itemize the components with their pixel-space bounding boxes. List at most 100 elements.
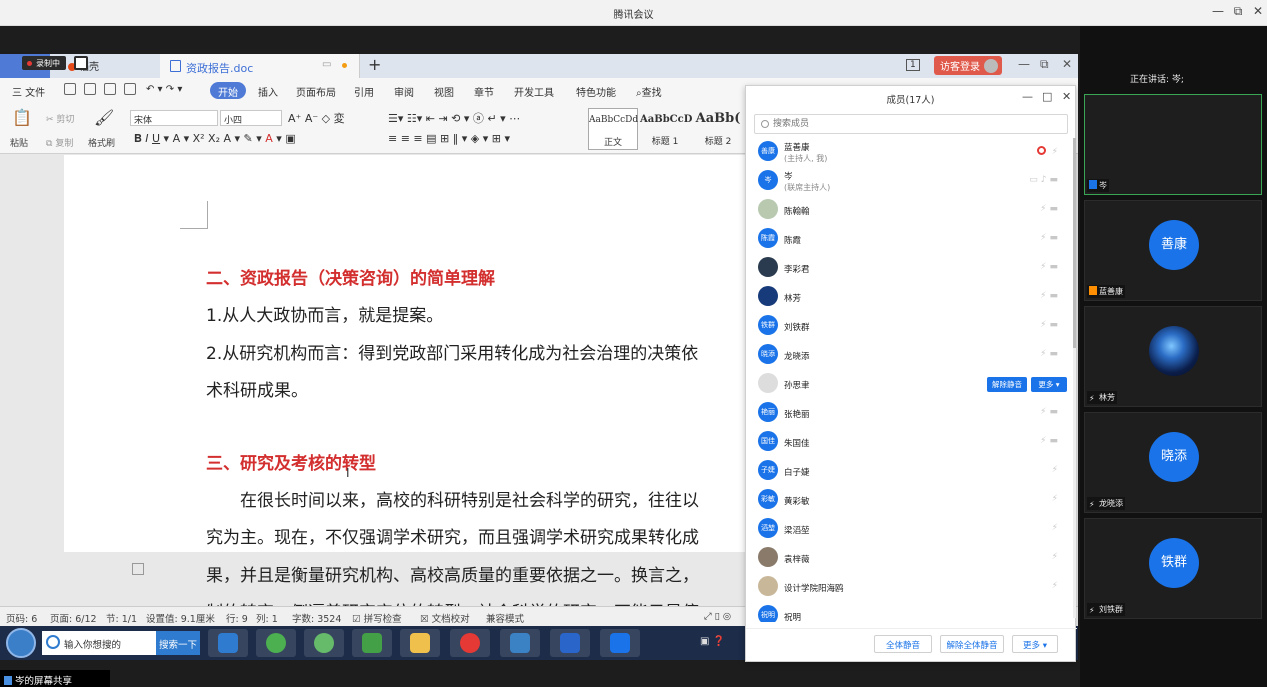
video-tile[interactable]: 铁群 ⚡ 刘铁群 — [1084, 518, 1262, 619]
proofread-toggle[interactable]: ☒ 文档校对 — [420, 611, 470, 625]
paste-button[interactable]: 粘贴 — [10, 136, 28, 149]
taskbar-search-button[interactable]: 搜索一下 — [156, 631, 200, 655]
unmute-member-button[interactable]: 解除静音 — [987, 377, 1027, 392]
member-row[interactable]: 国佳 朱国佳 ⚡▬ — [746, 428, 1071, 457]
panel-maximize-icon[interactable]: □ — [1042, 90, 1052, 103]
wps-restore-icon[interactable]: ⧉ — [1040, 57, 1049, 72]
taskbar-app[interactable] — [256, 629, 296, 657]
preview-icon[interactable] — [124, 83, 136, 95]
brush-icon[interactable]: 🖌 — [94, 108, 114, 127]
new-tab-button[interactable]: + — [368, 55, 381, 74]
member-row[interactable]: 袁梓薇 ⚡ — [746, 544, 1071, 573]
video-tile[interactable]: 善康 蓝善康 — [1084, 200, 1262, 301]
member-row[interactable]: 艳丽 张艳丽 ⚡▬ — [746, 399, 1071, 428]
visitor-login-button[interactable]: 访客登录 — [934, 56, 1002, 75]
video-tile[interactable]: 岑 — [1084, 94, 1262, 195]
stop-recording-button[interactable] — [74, 56, 88, 70]
mute-all-button[interactable]: 全体静音 — [874, 635, 932, 653]
taskbar-app[interactable] — [352, 629, 392, 657]
member-status-icons[interactable]: ⚡▬ — [1040, 262, 1061, 272]
cut-button[interactable]: ✂ 剪切 — [46, 112, 74, 125]
member-status-icons[interactable]: ⚡▬ — [1040, 233, 1061, 243]
footer-more-button[interactable]: 更多 ▾ — [1012, 635, 1058, 653]
member-status-icons[interactable]: ▭♪▬ — [1029, 175, 1061, 185]
member-row[interactable]: 林芳 ⚡▬ — [746, 283, 1071, 312]
member-status-icons[interactable]: ⚡ — [1036, 146, 1061, 157]
member-status-icons[interactable]: ⚡▬ — [1040, 204, 1061, 214]
menu-special[interactable]: 特色功能 — [576, 84, 616, 99]
member-status-icons[interactable]: ⚡ — [1052, 581, 1061, 591]
spellcheck-toggle[interactable]: ☑ 拼写检查 — [352, 611, 402, 625]
unmute-all-button[interactable]: 解除全体静音 — [940, 635, 1004, 653]
member-row[interactable]: 设计学院阳海鸥 ⚡ — [746, 573, 1071, 602]
member-row[interactable]: 孙思聿 解除静音 更多 ▾ — [746, 370, 1071, 399]
panel-minimize-icon[interactable]: — — [1022, 90, 1033, 103]
member-status-icons[interactable]: ⚡▬ — [1040, 320, 1061, 330]
print-icon[interactable] — [104, 83, 116, 95]
member-status-icons[interactable]: ⚡ — [1052, 523, 1061, 533]
member-row[interactable]: 铁群 刘铁群 ⚡▬ — [746, 312, 1071, 341]
taskbar-app[interactable] — [550, 629, 590, 657]
tab-document[interactable]: 资政报告.doc ▭ — [160, 54, 360, 78]
wps-minimize-icon[interactable]: — — [1018, 57, 1030, 71]
panel-close-icon[interactable]: ✕ — [1062, 90, 1071, 103]
member-status-icons[interactable]: ⚡▬ — [1040, 407, 1061, 417]
video-tile[interactable]: 晓添 ⚡ 龙晓添 — [1084, 412, 1262, 513]
scrollbar-thumb[interactable] — [1073, 138, 1076, 348]
member-row[interactable]: 李彩君 ⚡▬ — [746, 254, 1071, 283]
doc-side-icon[interactable] — [132, 563, 144, 575]
member-row[interactable]: 善康 蓝善康 (主持人, 我) ⚡ — [746, 138, 1071, 167]
taskbar-search-input[interactable]: 输入你想搜的 — [64, 637, 121, 651]
minimize-icon[interactable]: — — [1208, 4, 1228, 18]
member-row[interactable]: 子婕 白子婕 ⚡ — [746, 457, 1071, 486]
view-mode-icons[interactable]: ⤢ ▯ ◎ — [704, 611, 731, 622]
align-icons[interactable]: ≡ ≡ ≡ ▤ ⊞ ‖ ▾ ◈ ▾ ⊞ ▾ — [388, 132, 510, 145]
style-heading-1[interactable]: AaBbCcD 标题 1 — [640, 108, 692, 150]
close-icon[interactable]: ✕ — [1248, 4, 1267, 18]
menu-reference[interactable]: 引用 — [354, 84, 374, 99]
list-icons[interactable]: ☰▾ ☷▾ ⇤ ⇥ ⟲ ▾ ⓐ ↵ ▾ ⋯ — [388, 110, 520, 126]
menu-page-layout[interactable]: 页面布局 — [296, 84, 336, 99]
menu-home[interactable]: 开始 — [210, 82, 246, 99]
copy-button[interactable]: ⧉ 复制 — [46, 136, 73, 149]
member-status-icons[interactable]: ⚡▬ — [1040, 349, 1061, 359]
monitor-icon[interactable]: ▭ — [322, 59, 331, 70]
member-row[interactable]: 陈霞 陈霞 ⚡▬ — [746, 225, 1071, 254]
member-row[interactable]: 晓添 龙晓添 ⚡▬ — [746, 341, 1071, 370]
taskbar-app[interactable] — [450, 629, 490, 657]
menu-file[interactable]: 三 文件 — [12, 84, 45, 99]
style-normal[interactable]: AaBbCcDd 正文 — [588, 108, 638, 150]
member-status-icons[interactable]: ⚡ — [1052, 552, 1061, 562]
save-icon[interactable] — [64, 83, 76, 95]
wps-close-icon[interactable]: ✕ — [1062, 57, 1072, 71]
style-heading-2[interactable]: AaBb( 标题 2 — [692, 108, 744, 150]
taskbar-app[interactable] — [600, 629, 640, 657]
taskbar-app[interactable] — [400, 629, 440, 657]
start-icon[interactable] — [6, 628, 36, 658]
taskbar-app[interactable] — [500, 629, 540, 657]
font-size-grow-icon[interactable]: A⁺ A⁻ ◇ 変 — [288, 110, 345, 126]
member-status-icons[interactable]: ⚡ — [1052, 494, 1061, 504]
paste-icon[interactable]: 📋 — [12, 108, 32, 127]
system-tray-icons[interactable]: ▣ ❓ — [700, 636, 725, 647]
member-row[interactable]: 岑 岑 (联席主持人) ▭♪▬ — [746, 167, 1071, 196]
member-more-button[interactable]: 更多 ▾ — [1031, 377, 1067, 392]
font-size-select[interactable]: 小四 — [220, 110, 282, 126]
text-format-icons[interactable]: 𝐁 I U ▾ A ▾ X² X₂ A ▾ ✎ ▾ A ▾ ▣ — [134, 132, 296, 146]
taskbar-app[interactable] — [208, 629, 248, 657]
menu-view[interactable]: 视图 — [434, 84, 454, 99]
member-row[interactable]: 滔堃 梁滔堃 ⚡ — [746, 515, 1071, 544]
menu-find[interactable]: ⌕查找 — [636, 84, 662, 99]
member-status-icons[interactable]: ⚡▬ — [1040, 436, 1061, 446]
menu-insert[interactable]: 插入 — [258, 84, 278, 99]
member-row[interactable]: 彩敏 黄彩敏 ⚡ — [746, 486, 1071, 515]
member-status-icons[interactable]: ⚡ — [1052, 465, 1061, 475]
member-row[interactable]: 陈翰翰 ⚡▬ — [746, 196, 1071, 225]
member-row[interactable]: 祝明 祝明 — [746, 602, 1071, 622]
video-tile[interactable]: ⚡ 林芳 — [1084, 306, 1262, 407]
taskbar-app[interactable] — [304, 629, 344, 657]
menu-chapter[interactable]: 章节 — [474, 84, 494, 99]
menu-review[interactable]: 审阅 — [394, 84, 414, 99]
member-list-scrollbar[interactable] — [1073, 138, 1076, 618]
menu-developer[interactable]: 开发工具 — [514, 84, 554, 99]
